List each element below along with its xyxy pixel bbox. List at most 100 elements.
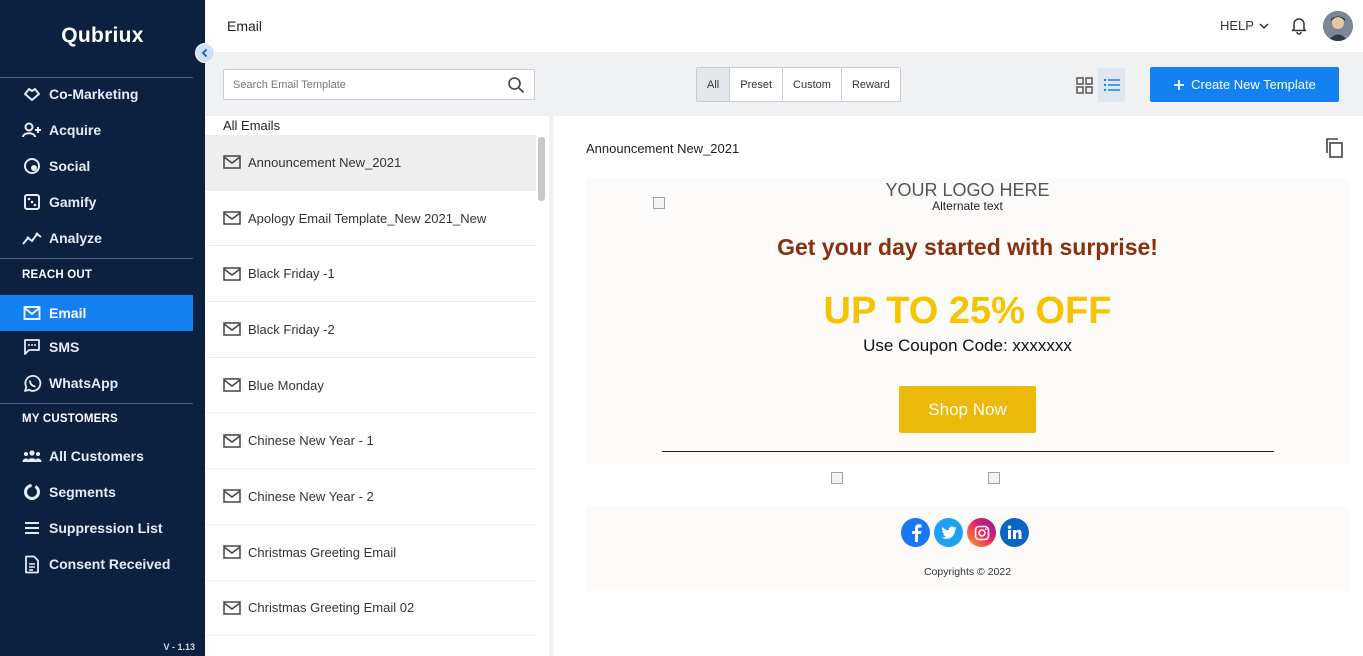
list-item[interactable]: Black Friday -1 xyxy=(205,246,536,303)
sidebar-item-label: Co-Marketing xyxy=(49,86,139,102)
search-box xyxy=(223,69,535,100)
filter-custom[interactable]: Custom xyxy=(783,68,842,101)
filter-reward[interactable]: Reward xyxy=(842,68,900,101)
avatar[interactable] xyxy=(1323,11,1353,41)
instagram-icon[interactable] xyxy=(967,518,996,547)
sidebar-collapse-button[interactable] xyxy=(195,43,215,63)
divider-line xyxy=(662,451,1274,452)
help-menu[interactable]: HELP xyxy=(1220,18,1270,33)
sidebar-item-label: SMS xyxy=(49,339,80,355)
mail-icon xyxy=(223,266,241,281)
page-title: Email xyxy=(227,18,263,34)
list-item[interactable]: Chinese New Year - 2 xyxy=(205,469,536,525)
list-item-label: Apology Email Template_New 2021_New xyxy=(248,210,487,226)
list-item-label: Blue Monday xyxy=(248,377,324,393)
help-label: HELP xyxy=(1220,18,1254,33)
linkedin-icon[interactable] xyxy=(1000,518,1029,547)
sidebar-item-consent-received[interactable]: Consent Received xyxy=(0,546,193,582)
list-header: All Emails xyxy=(223,118,281,133)
list-item[interactable]: Chinese New Year - 1 xyxy=(205,413,536,470)
list-item[interactable]: Announcement New_2021 xyxy=(205,135,536,191)
facebook-icon[interactable] xyxy=(901,518,930,547)
coupon-text: Use Coupon Code: xxxxxxx xyxy=(863,336,1072,355)
filter-preset[interactable]: Preset xyxy=(730,68,784,101)
sidebar-item-sms[interactable]: SMS xyxy=(0,329,193,365)
email-body: YOUR LOGO HERE Alternate text Get your d… xyxy=(586,178,1349,464)
document-icon xyxy=(22,554,42,574)
filter-all[interactable]: All xyxy=(697,68,731,101)
list-item-label: Chinese New Year - 1 xyxy=(248,433,374,449)
app-version: V - 1.13 xyxy=(163,642,195,652)
sidebar-item-analyze[interactable]: Analyze xyxy=(0,220,193,256)
list-item[interactable]: Blue Monday xyxy=(205,358,536,414)
list-item-label: Black Friday -1 xyxy=(248,266,335,282)
social-links xyxy=(901,518,1029,547)
list-item[interactable]: Apology Email Template_New 2021_New xyxy=(205,191,536,247)
template-list: Announcement New_2021 Apology Email Temp… xyxy=(205,135,536,637)
create-button-label: Create New Template xyxy=(1191,77,1316,92)
sidebar-item-whatsapp[interactable]: WhatsApp xyxy=(0,365,193,401)
template-list-panel: All Emails Announcement New_2021 Apology… xyxy=(205,116,549,656)
list-view-icon[interactable] xyxy=(1098,68,1125,102)
search-icon[interactable] xyxy=(507,76,525,99)
sidebar-item-all-customers[interactable]: All Customers xyxy=(0,438,193,474)
template-preview: Announcement New_2021 YOUR LOGO HERE Alt… xyxy=(553,116,1363,656)
app-logo: Qubriux xyxy=(61,24,144,47)
sidebar-item-label: WhatsApp xyxy=(49,375,119,391)
sidebar-item-gamify[interactable]: Gamify xyxy=(0,184,193,220)
list-item-label: Christmas Greeting Email xyxy=(248,544,397,560)
top-bar: Email HELP xyxy=(205,0,1363,52)
sidebar-item-label: Gamify xyxy=(49,194,97,210)
sidebar-item-segments[interactable]: Segments xyxy=(0,474,193,510)
sidebar-item-acquire[interactable]: Acquire xyxy=(0,112,193,148)
analytics-icon xyxy=(22,228,42,248)
dice-icon xyxy=(22,192,42,212)
toolbar: All Preset Custom Reward Create New Temp… xyxy=(205,52,1363,116)
sidebar-item-label: Social xyxy=(49,158,91,174)
sidebar-item-suppression-list[interactable]: Suppression List xyxy=(0,510,193,546)
template-filter-group: All Preset Custom Reward xyxy=(696,67,901,102)
sms-icon xyxy=(22,337,42,357)
handshake-icon xyxy=(22,84,42,104)
copy-icon[interactable] xyxy=(1324,137,1344,164)
search-input[interactable] xyxy=(224,70,494,99)
sidebar-divider xyxy=(0,258,193,259)
list-icon xyxy=(22,518,42,538)
bell-icon[interactable] xyxy=(1290,15,1308,40)
list-item-label: Announcement New_2021 xyxy=(248,154,402,170)
sidebar-item-label: Segments xyxy=(49,484,116,500)
segments-icon xyxy=(22,482,42,502)
list-item[interactable]: Christmas Greeting Email xyxy=(205,525,536,581)
list-item-label: Christmas Greeting Email 02 xyxy=(248,600,415,616)
sidebar-item-label: All Customers xyxy=(49,448,144,464)
create-new-template-button[interactable]: Create New Template xyxy=(1150,67,1339,102)
list-scrollbar[interactable] xyxy=(538,137,545,201)
list-item-label: Black Friday -2 xyxy=(248,321,335,337)
social-globe-icon xyxy=(22,156,42,176)
shop-now-button[interactable]: Shop Now xyxy=(899,386,1036,433)
twitter-icon[interactable] xyxy=(934,518,963,547)
mail-icon xyxy=(223,322,241,337)
mail-icon xyxy=(223,601,241,615)
sidebar-item-label: Consent Received xyxy=(49,556,171,572)
list-item[interactable]: Black Friday -2 xyxy=(205,302,536,358)
offer-text: UP TO 25% OFF xyxy=(823,290,1112,332)
sidebar-item-label: Analyze xyxy=(49,230,102,246)
alt-text: Alternate text xyxy=(932,199,1003,213)
plus-icon xyxy=(1173,79,1185,91)
sidebar-item-social[interactable]: Social xyxy=(0,148,193,184)
mail-icon xyxy=(223,211,241,225)
mail-icon xyxy=(223,155,241,170)
group-icon xyxy=(22,446,42,466)
sidebar-item-label: Suppression List xyxy=(49,520,163,536)
section-title-reach-out: REACH OUT xyxy=(22,269,93,281)
grid-view-icon[interactable] xyxy=(1071,68,1098,102)
email-headline: Get your day started with surprise! xyxy=(777,234,1158,260)
list-item[interactable]: Christmas Greeting Email 02 xyxy=(205,581,536,637)
sidebar-item-email[interactable]: Email xyxy=(0,295,193,331)
copyright-text: Copyrights © 2022 xyxy=(923,566,1012,578)
sidebar-item-co-marketing[interactable]: Co-Marketing xyxy=(0,76,193,112)
broken-image-icon xyxy=(831,472,843,484)
sidebar-item-label: Email xyxy=(49,305,87,321)
mail-icon xyxy=(22,303,42,323)
